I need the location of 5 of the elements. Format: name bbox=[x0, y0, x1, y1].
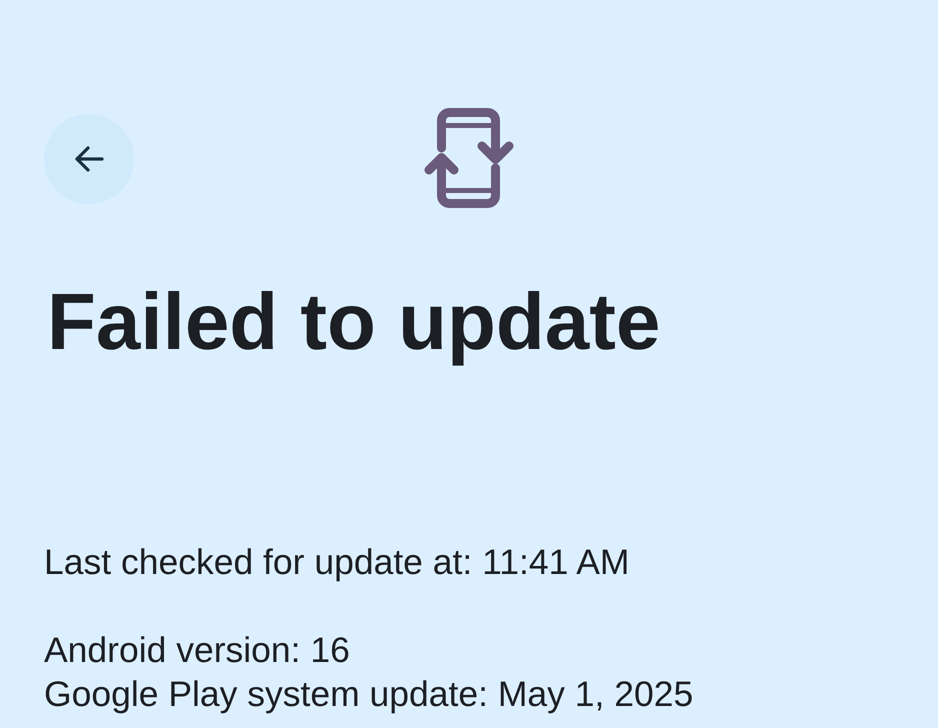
info-text: Last checked for update at: 11:41 AM bbox=[44, 541, 630, 584]
info-text: Android version: 16 bbox=[44, 629, 350, 672]
phone-arrows-icon bbox=[424, 108, 514, 208]
info-text: Google Play system update: May 1, 2025 bbox=[44, 673, 694, 716]
back-arrow-icon bbox=[74, 146, 104, 172]
